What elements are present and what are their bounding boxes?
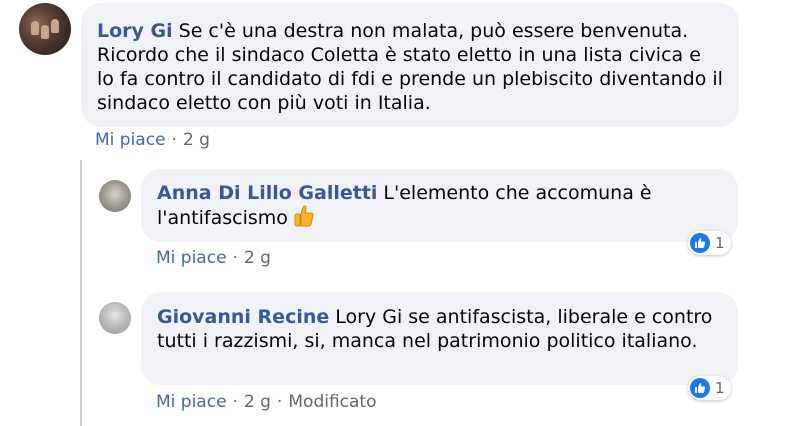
reply-actions: Mi piace · 2 g — [156, 248, 271, 268]
like-link[interactable]: Mi piace — [156, 392, 227, 412]
reply-text-container: Anna Di Lillo Galletti L'elemento che acc… — [157, 181, 722, 233]
like-icon — [690, 233, 710, 253]
reply-author[interactable]: Anna Di Lillo Galletti — [157, 182, 377, 204]
comment-actions: Mi piace · 2 g — [95, 130, 210, 150]
reaction-summary[interactable]: 1 — [688, 231, 731, 255]
reaction-count: 1 — [715, 379, 725, 397]
avatar-lory-gi[interactable] — [19, 3, 71, 55]
reply-bubble: Anna Di Lillo Galletti L'elemento che acc… — [141, 169, 738, 242]
reaction-summary[interactable]: 1 — [688, 376, 731, 400]
comment-text: Se c'è una destra non malata, può essere… — [97, 20, 723, 114]
like-icon — [690, 378, 710, 398]
comment-timestamp[interactable]: 2 g — [183, 130, 210, 150]
like-link[interactable]: Mi piace — [156, 248, 227, 268]
reaction-count: 1 — [715, 234, 725, 252]
avatar-anna-di-lillo-galletti[interactable] — [99, 180, 131, 212]
separator: · — [171, 130, 177, 150]
reply-timestamp[interactable]: 2 g — [244, 392, 271, 412]
separator: · — [232, 392, 238, 412]
avatar-giovanni-recine[interactable] — [99, 302, 131, 334]
reply-text-container: Giovanni Recine Lory Gi se antifascista, … — [157, 305, 722, 353]
separator: · — [276, 392, 283, 412]
reply-bubble: Giovanni Recine Lory Gi se antifascista, … — [141, 292, 738, 385]
thumbs-up-emoji-icon — [294, 205, 314, 233]
comment-author[interactable]: Lory Gi — [97, 20, 173, 42]
thread-line — [80, 160, 82, 426]
reply-actions: Mi piace · 2 g · Modificato — [156, 392, 377, 412]
comment-bubble: Lory Gi Se c'è una destra non malata, può… — [81, 3, 739, 127]
separator: · — [232, 248, 238, 268]
reply-author[interactable]: Giovanni Recine — [157, 306, 329, 328]
reply-timestamp[interactable]: 2 g — [244, 248, 271, 268]
edited-label[interactable]: Modificato — [288, 392, 376, 412]
comment-text-container: Lory Gi Se c'è una destra non malata, può… — [97, 19, 723, 115]
like-link[interactable]: Mi piace — [95, 130, 166, 150]
